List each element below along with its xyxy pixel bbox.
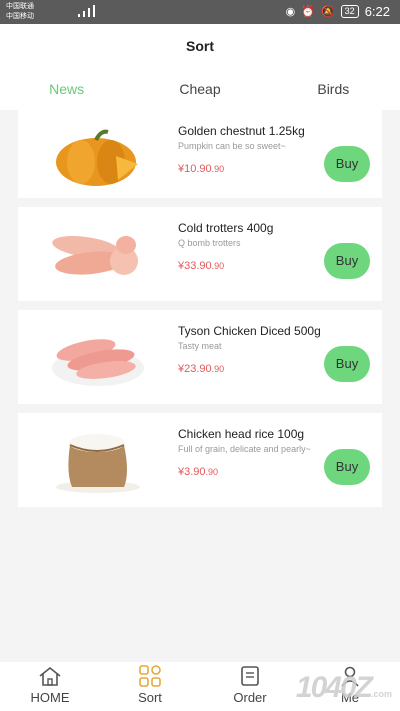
product-card[interactable]: Tyson Chicken Diced 500g Tasty meat ¥23.… xyxy=(18,310,382,404)
buy-button[interactable]: Buy xyxy=(324,243,370,279)
tab-birds[interactable]: Birds xyxy=(267,68,400,110)
carrier-1: 中国联通 xyxy=(6,3,34,10)
category-tabs: News Cheap Birds xyxy=(0,68,400,110)
eye-icon: ◉ xyxy=(285,6,296,18)
buy-button[interactable]: Buy xyxy=(324,346,370,382)
product-name: Tyson Chicken Diced 500g xyxy=(178,324,321,338)
home-icon xyxy=(0,662,100,690)
alarm-icon: ⏰ xyxy=(301,6,315,18)
product-card[interactable]: Chicken head rice 100g Full of grain, de… xyxy=(18,413,382,507)
page-title: Sort xyxy=(186,38,214,54)
product-name: Chicken head rice 100g xyxy=(178,427,305,441)
watermark-logo: 1040Z.com xyxy=(295,671,392,704)
buy-button[interactable]: Buy xyxy=(324,449,370,485)
header: Sort xyxy=(0,24,400,68)
nav-home[interactable]: HOME xyxy=(0,662,100,711)
order-icon xyxy=(200,662,300,690)
grid-icon xyxy=(100,662,200,690)
signal-icon xyxy=(78,5,95,17)
clock: 6:22 xyxy=(364,4,390,19)
product-card[interactable]: Cold trotters 400g Q bomb trotters ¥33.9… xyxy=(18,207,382,301)
rice-sack-image xyxy=(56,434,140,493)
product-card[interactable]: Golden chestnut 1.25kg Pumpkin can be so… xyxy=(18,110,382,198)
pumpkin-image xyxy=(56,129,138,186)
product-name: Cold trotters 400g xyxy=(178,221,274,235)
battery-icon: 32 xyxy=(340,5,359,18)
carrier-2: 中国移动 xyxy=(6,13,34,20)
buy-button[interactable]: Buy xyxy=(324,146,370,182)
tab-cheap[interactable]: Cheap xyxy=(133,68,266,110)
nav-order-label: Order xyxy=(233,690,267,705)
chicken-image xyxy=(52,339,144,386)
status-right: ◉ ⏰ 🔕 32 6:22 xyxy=(286,4,390,19)
mute-icon: 🔕 xyxy=(320,6,335,18)
nav-sort-label: Sort xyxy=(138,690,162,705)
nav-home-label: HOME xyxy=(30,690,70,705)
trotters-image xyxy=(52,236,138,275)
product-list: Golden chestnut 1.25kg Pumpkin can be so… xyxy=(18,110,382,516)
tab-news[interactable]: News xyxy=(0,68,133,110)
status-bar: 中国联通 中国移动 ◉ ⏰ 🔕 32 6:22 xyxy=(0,0,400,24)
nav-order[interactable]: Order xyxy=(200,662,300,711)
carrier-info: 中国联通 中国移动 xyxy=(6,2,34,22)
product-name: Golden chestnut 1.25kg xyxy=(178,124,305,138)
nav-sort[interactable]: Sort xyxy=(100,662,200,711)
